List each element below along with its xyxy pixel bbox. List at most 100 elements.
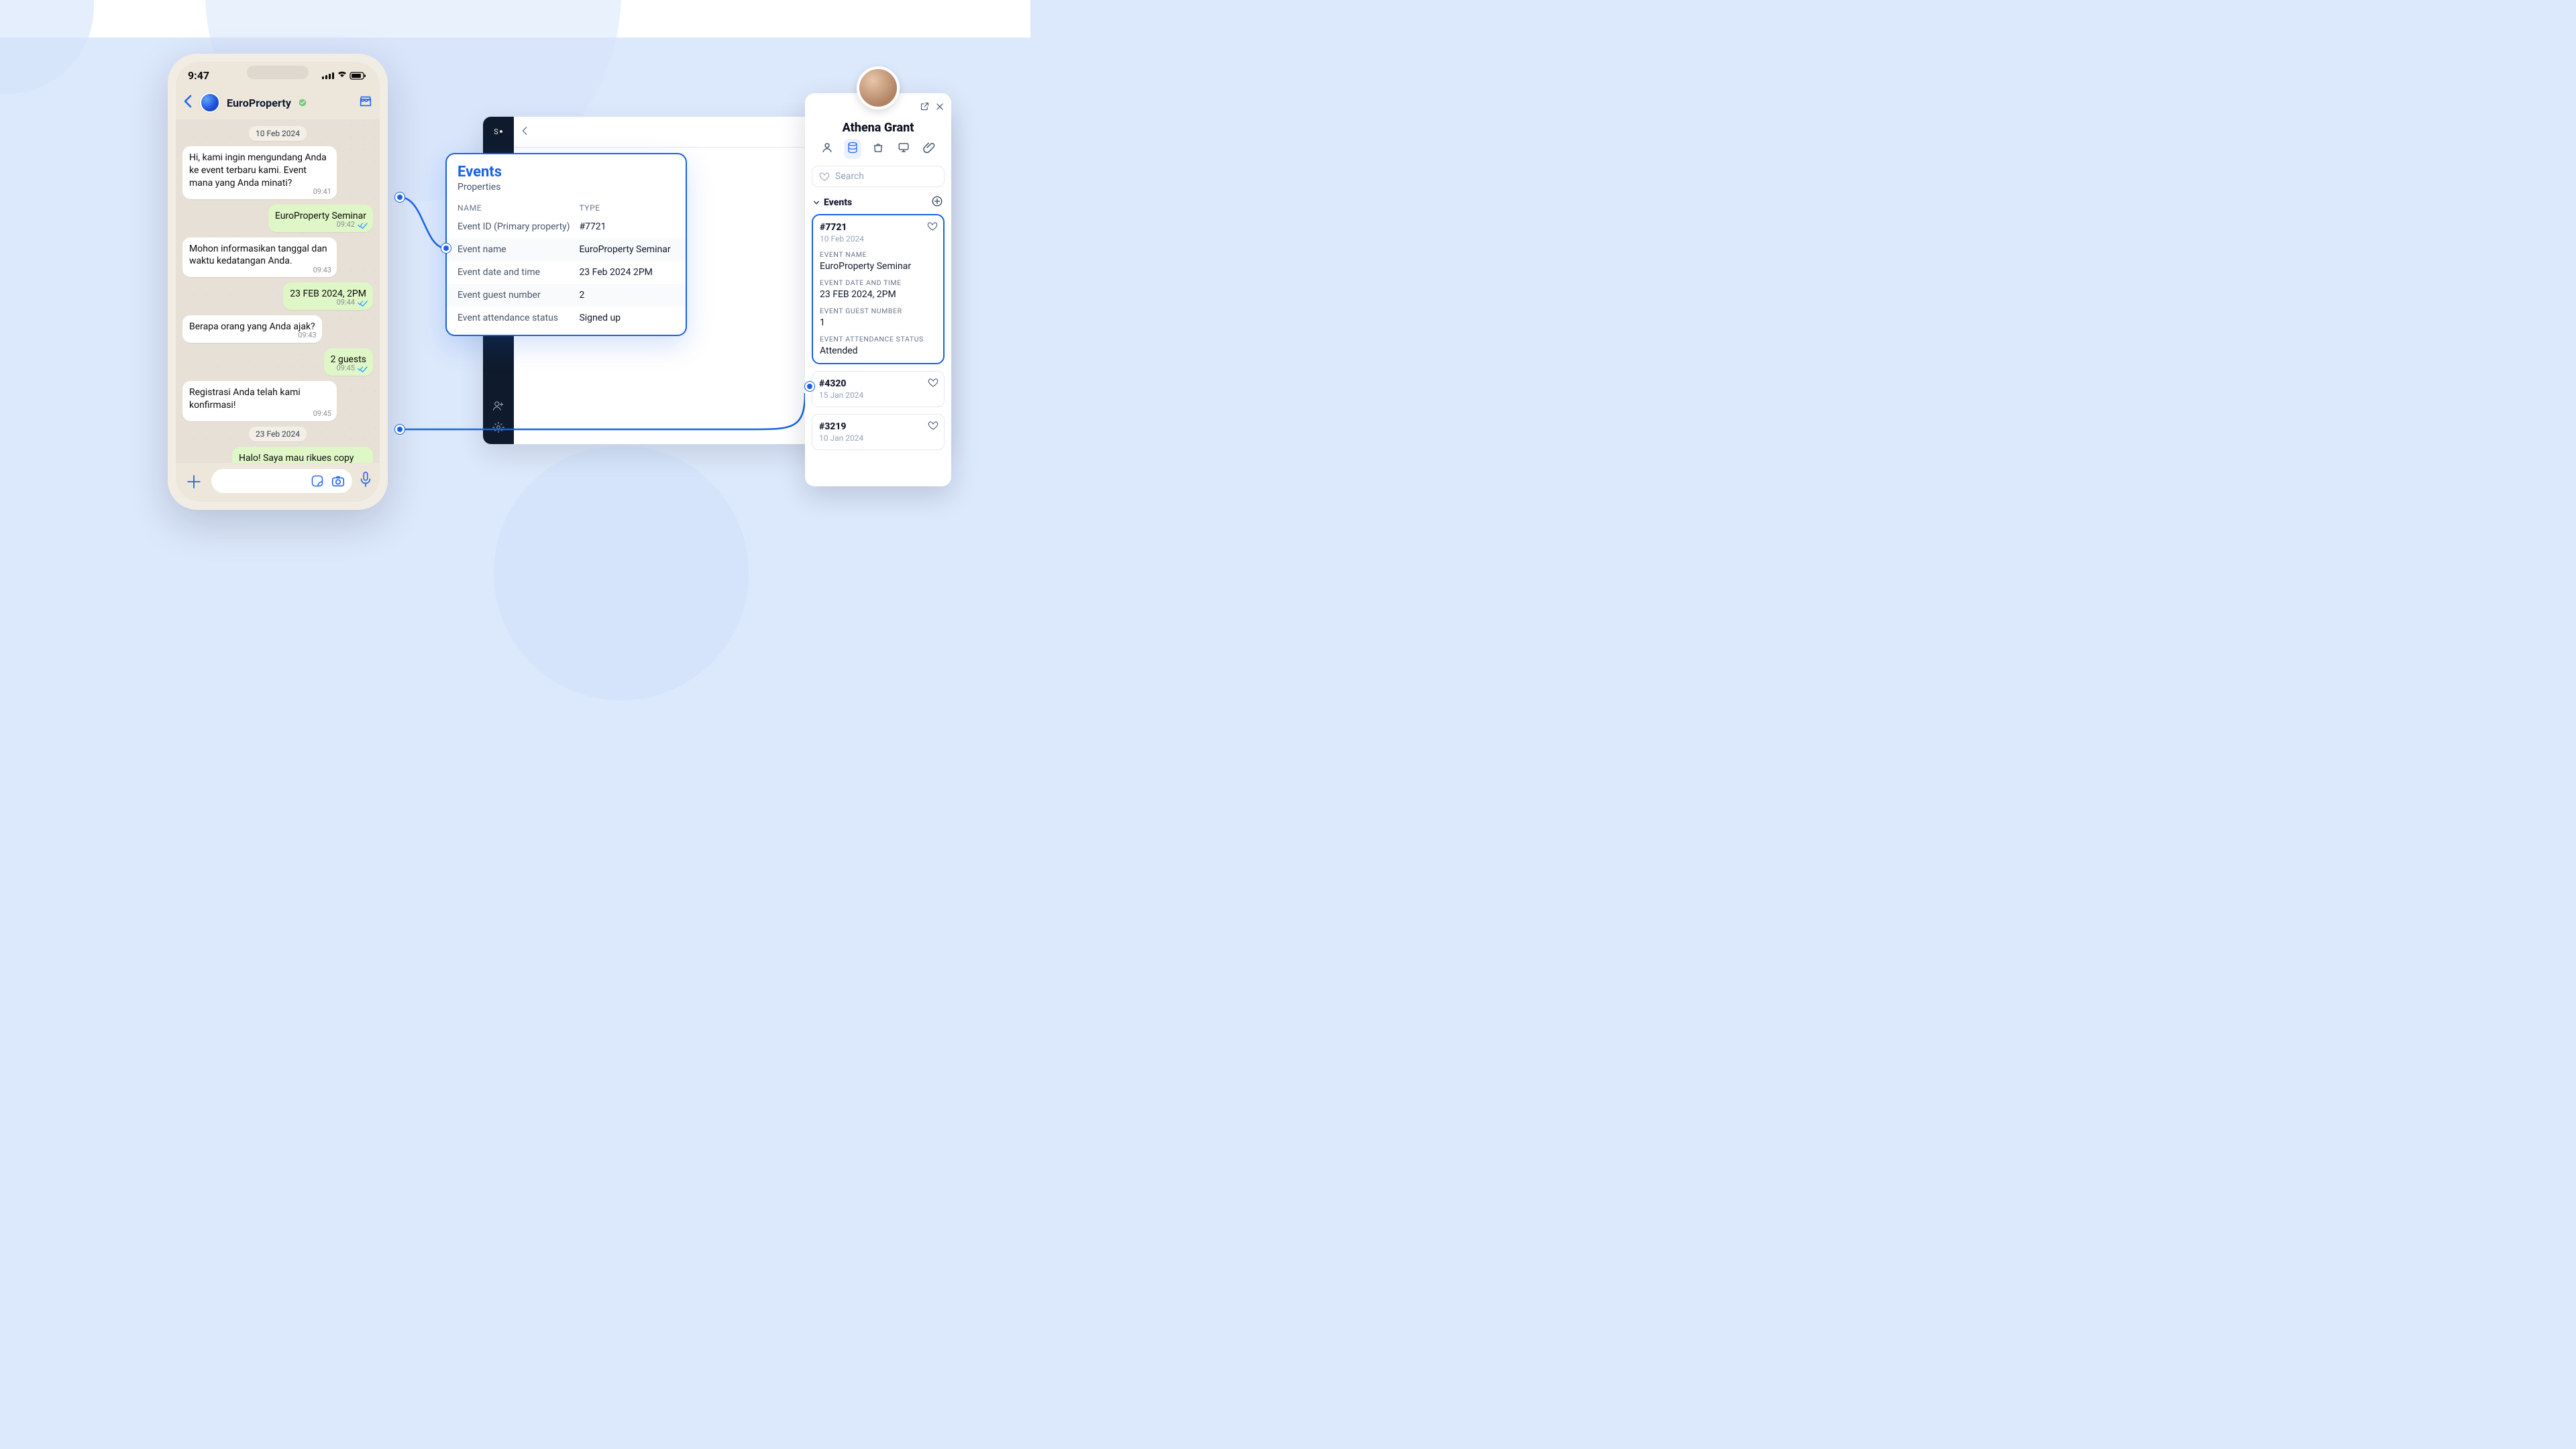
event-card-3[interactable]: #3219 10 Jan 2024 <box>812 414 945 450</box>
event-id: #4320 <box>819 378 937 389</box>
read-receipt-icon <box>358 299 368 307</box>
phone-mock: 9:47 EuroProperty <box>168 54 388 510</box>
events-subtitle: Properties <box>458 182 675 193</box>
msg-in-1[interactable]: Hi, kami ingin mengundang Anda ke event … <box>182 146 337 199</box>
event-card-1[interactable]: #7721 10 Feb 2024 EVENT NAME EuroPropert… <box>812 214 945 364</box>
camera-button[interactable] <box>331 474 345 488</box>
label-event-guests: EVENT GUEST NUMBER <box>820 307 936 315</box>
voice-button[interactable] <box>358 471 373 491</box>
chevron-left-icon <box>521 126 530 136</box>
drawer-search[interactable]: Search <box>812 166 945 187</box>
tab-devices[interactable] <box>895 139 912 159</box>
business-profile-button[interactable] <box>358 94 373 111</box>
connector-dot <box>395 193 405 202</box>
label-event-datetime: EVENT DATE AND TIME <box>820 278 936 287</box>
label-event-name: EVENT NAME <box>820 250 936 259</box>
favorite-button[interactable] <box>928 377 938 390</box>
tab-orders[interactable] <box>869 139 887 159</box>
drawer-tabs <box>812 139 945 159</box>
chat-input-bar: ＋ <box>176 463 380 502</box>
events-title: Events <box>458 164 675 180</box>
msg-in-3[interactable]: Berapa orang yang Anda ajak? 09:43 <box>182 315 322 343</box>
event-id: #3219 <box>819 421 937 432</box>
close-icon <box>935 102 945 111</box>
value-event-name: EuroProperty Seminar <box>820 261 936 272</box>
tab-data[interactable] <box>844 139 861 159</box>
chevron-left-icon <box>182 95 193 108</box>
favorite-button[interactable] <box>927 221 938 234</box>
events-section-header[interactable]: Events <box>812 194 945 214</box>
msg-out-1[interactable]: EuroProperty Seminar 09:42 <box>268 205 373 232</box>
camera-icon <box>331 474 345 488</box>
mic-icon <box>358 471 373 488</box>
status-time: 9:47 <box>188 69 209 82</box>
store-icon <box>358 94 373 109</box>
msg-in-2[interactable]: Mohon informasikan tanggal dan waktu ked… <box>182 237 337 278</box>
paperclip-icon <box>923 142 935 154</box>
connector-dot <box>805 382 814 391</box>
prop-row-name[interactable]: Event nameEuroProperty Seminar <box>447 238 686 261</box>
value-event-guests: 1 <box>820 317 936 328</box>
add-event-button[interactable] <box>931 195 943 210</box>
contact-drawer: Athena Grant Search Events #7721 10 Feb … <box>805 93 951 486</box>
open-external-button[interactable] <box>920 101 930 114</box>
label-event-status: EVENT ATTENDANCE STATUS <box>820 335 936 343</box>
verified-badge-icon <box>298 98 307 107</box>
contact-avatar[interactable] <box>857 66 900 109</box>
msg-out-4[interactable]: Halo! Saya mau rikues copy presentasinya… <box>232 447 373 463</box>
event-date: 15 Jan 2024 <box>819 390 937 400</box>
date-separator-1: 10 Feb 2024 <box>249 126 307 141</box>
event-card-2[interactable]: #4320 15 Jan 2024 <box>812 371 945 407</box>
shopping-bag-icon <box>872 142 884 154</box>
chat-header: EuroProperty <box>176 89 380 119</box>
phone-notch <box>247 66 309 79</box>
value-event-datetime: 23 FEB 2024, 2PM <box>820 289 936 300</box>
attach-button[interactable]: ＋ <box>182 469 205 494</box>
value-event-status: Attended <box>820 345 936 356</box>
prop-row-id[interactable]: Event ID (Primary property)#7721 <box>458 215 675 238</box>
rail-add-user[interactable] <box>492 400 504 415</box>
rail-settings[interactable] <box>492 421 504 436</box>
favorite-button[interactable] <box>928 420 938 433</box>
prop-row-datetime[interactable]: Event date and time23 Feb 2024 2PM <box>458 261 675 284</box>
external-link-icon <box>920 101 930 111</box>
connector-dot <box>395 425 405 434</box>
chat-body[interactable]: 10 Feb 2024 Hi, kami ingin mengundang An… <box>176 119 380 463</box>
events-section-title: Events <box>824 197 852 208</box>
date-separator-2: 23 Feb 2024 <box>249 427 307 441</box>
event-id: #7721 <box>820 222 936 233</box>
plus-circle-icon <box>931 195 943 207</box>
crm-logo[interactable]: S <box>492 125 505 138</box>
prop-row-guests[interactable]: Event guest number2 <box>447 284 686 307</box>
sticker-button[interactable] <box>311 474 324 488</box>
user-icon <box>821 142 833 154</box>
heart-icon <box>928 377 938 388</box>
contact-name: Athena Grant <box>812 121 945 135</box>
heart-icon <box>927 221 938 231</box>
sticker-icon <box>311 474 324 488</box>
events-properties-popover: Events Properties NAME TYPE Event ID (Pr… <box>445 153 687 336</box>
message-input[interactable] <box>211 468 353 494</box>
close-button[interactable] <box>935 101 945 114</box>
heart-icon <box>819 171 830 182</box>
col-type: TYPE <box>579 203 675 213</box>
msg-out-2[interactable]: 23 FEB 2024, 2PM 09:44 <box>283 282 373 310</box>
search-placeholder: Search <box>835 171 864 182</box>
heart-icon <box>928 420 938 431</box>
msg-in-4[interactable]: Registrasi Anda telah kami konfirmasi! 0… <box>182 381 337 421</box>
tab-profile[interactable] <box>818 139 836 159</box>
prop-row-status[interactable]: Event attendance statusSigned up <box>458 307 675 329</box>
monitor-icon <box>898 142 910 154</box>
col-name: NAME <box>458 203 579 213</box>
connector-dot <box>441 244 451 253</box>
crm-back-button[interactable] <box>521 125 530 138</box>
chat-avatar[interactable] <box>200 93 220 113</box>
read-receipt-icon <box>358 365 368 372</box>
msg-out-3[interactable]: 2 guests 09:45 <box>324 348 373 376</box>
chat-title[interactable]: EuroProperty <box>227 97 291 109</box>
tab-attachments[interactable] <box>920 139 938 159</box>
status-icons <box>322 71 368 80</box>
back-button[interactable] <box>182 95 193 111</box>
database-icon <box>847 142 859 154</box>
gear-icon <box>492 421 504 433</box>
